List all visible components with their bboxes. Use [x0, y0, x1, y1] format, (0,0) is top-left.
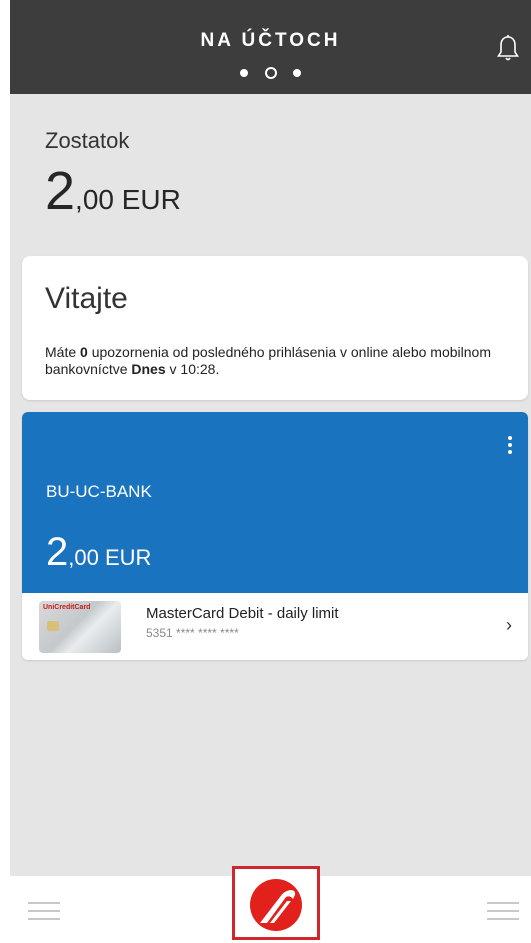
last-login-time: v 10:28. [165, 361, 220, 377]
app-frame: NA ÚČTOCH Zostatok 2,00 EUR Vitajte Máte… [10, 0, 531, 943]
card-label: MasterCard Debit - daily limit [146, 605, 339, 622]
balance-amount-integer: 2 [45, 161, 76, 221]
card-row[interactable]: UniCreditCard MasterCard Debit - daily l… [22, 593, 528, 660]
account-balance-rest: ,00 EUR [68, 545, 152, 570]
page-dot-1[interactable] [240, 68, 249, 77]
chevron-right-icon[interactable]: › [506, 615, 512, 636]
account-balance-integer: 2 [46, 530, 69, 574]
balance-label: Zostatok [45, 128, 130, 153]
notification-count: 0 [80, 344, 88, 360]
balance-amount: 2,00 EUR [45, 160, 181, 222]
welcome-text-middle: upozornenia od posledného prihlásenia v … [45, 344, 491, 377]
card-number: 5351 **** **** **** [146, 626, 239, 640]
bell-icon[interactable] [497, 34, 519, 62]
unicredit-logo-button[interactable] [232, 866, 320, 940]
page-title: NA ÚČTOCH [200, 30, 341, 51]
welcome-card: Vitajte Máte 0 upozornenia od posledného… [22, 256, 528, 400]
account-balance: 2,00 EUR [46, 530, 151, 575]
welcome-message: Máte 0 upozornenia od posledného prihlás… [45, 344, 515, 378]
last-login-day: Dnes [131, 361, 166, 377]
header: NA ÚČTOCH [10, 0, 531, 94]
hamburger-menu-icon[interactable] [28, 902, 60, 924]
welcome-text-prefix: Máte [45, 344, 81, 360]
page-indicator[interactable] [10, 64, 531, 79]
unicredit-logo [250, 879, 302, 931]
left-border [0, 0, 10, 943]
card-image: UniCreditCard [39, 601, 121, 653]
card-chip-icon [47, 621, 59, 631]
page-dot-2-active[interactable] [264, 66, 277, 79]
balance-amount-rest: ,00 EUR [75, 184, 181, 215]
more-vertical-icon[interactable] [508, 436, 514, 456]
account-name: BU-UC-BANK [46, 482, 152, 501]
welcome-title: Vitajte [45, 282, 128, 315]
unicredit-logo-mark-icon [260, 890, 296, 923]
card-brand: UniCreditCard [43, 604, 91, 611]
account-header[interactable]: BU-UC-BANK 2,00 EUR [22, 412, 528, 593]
hamburger-menu-icon-right[interactable] [487, 902, 519, 924]
page-dot-3[interactable] [292, 68, 301, 77]
account-card[interactable]: BU-UC-BANK 2,00 EUR UniCreditCard Master… [22, 412, 528, 660]
